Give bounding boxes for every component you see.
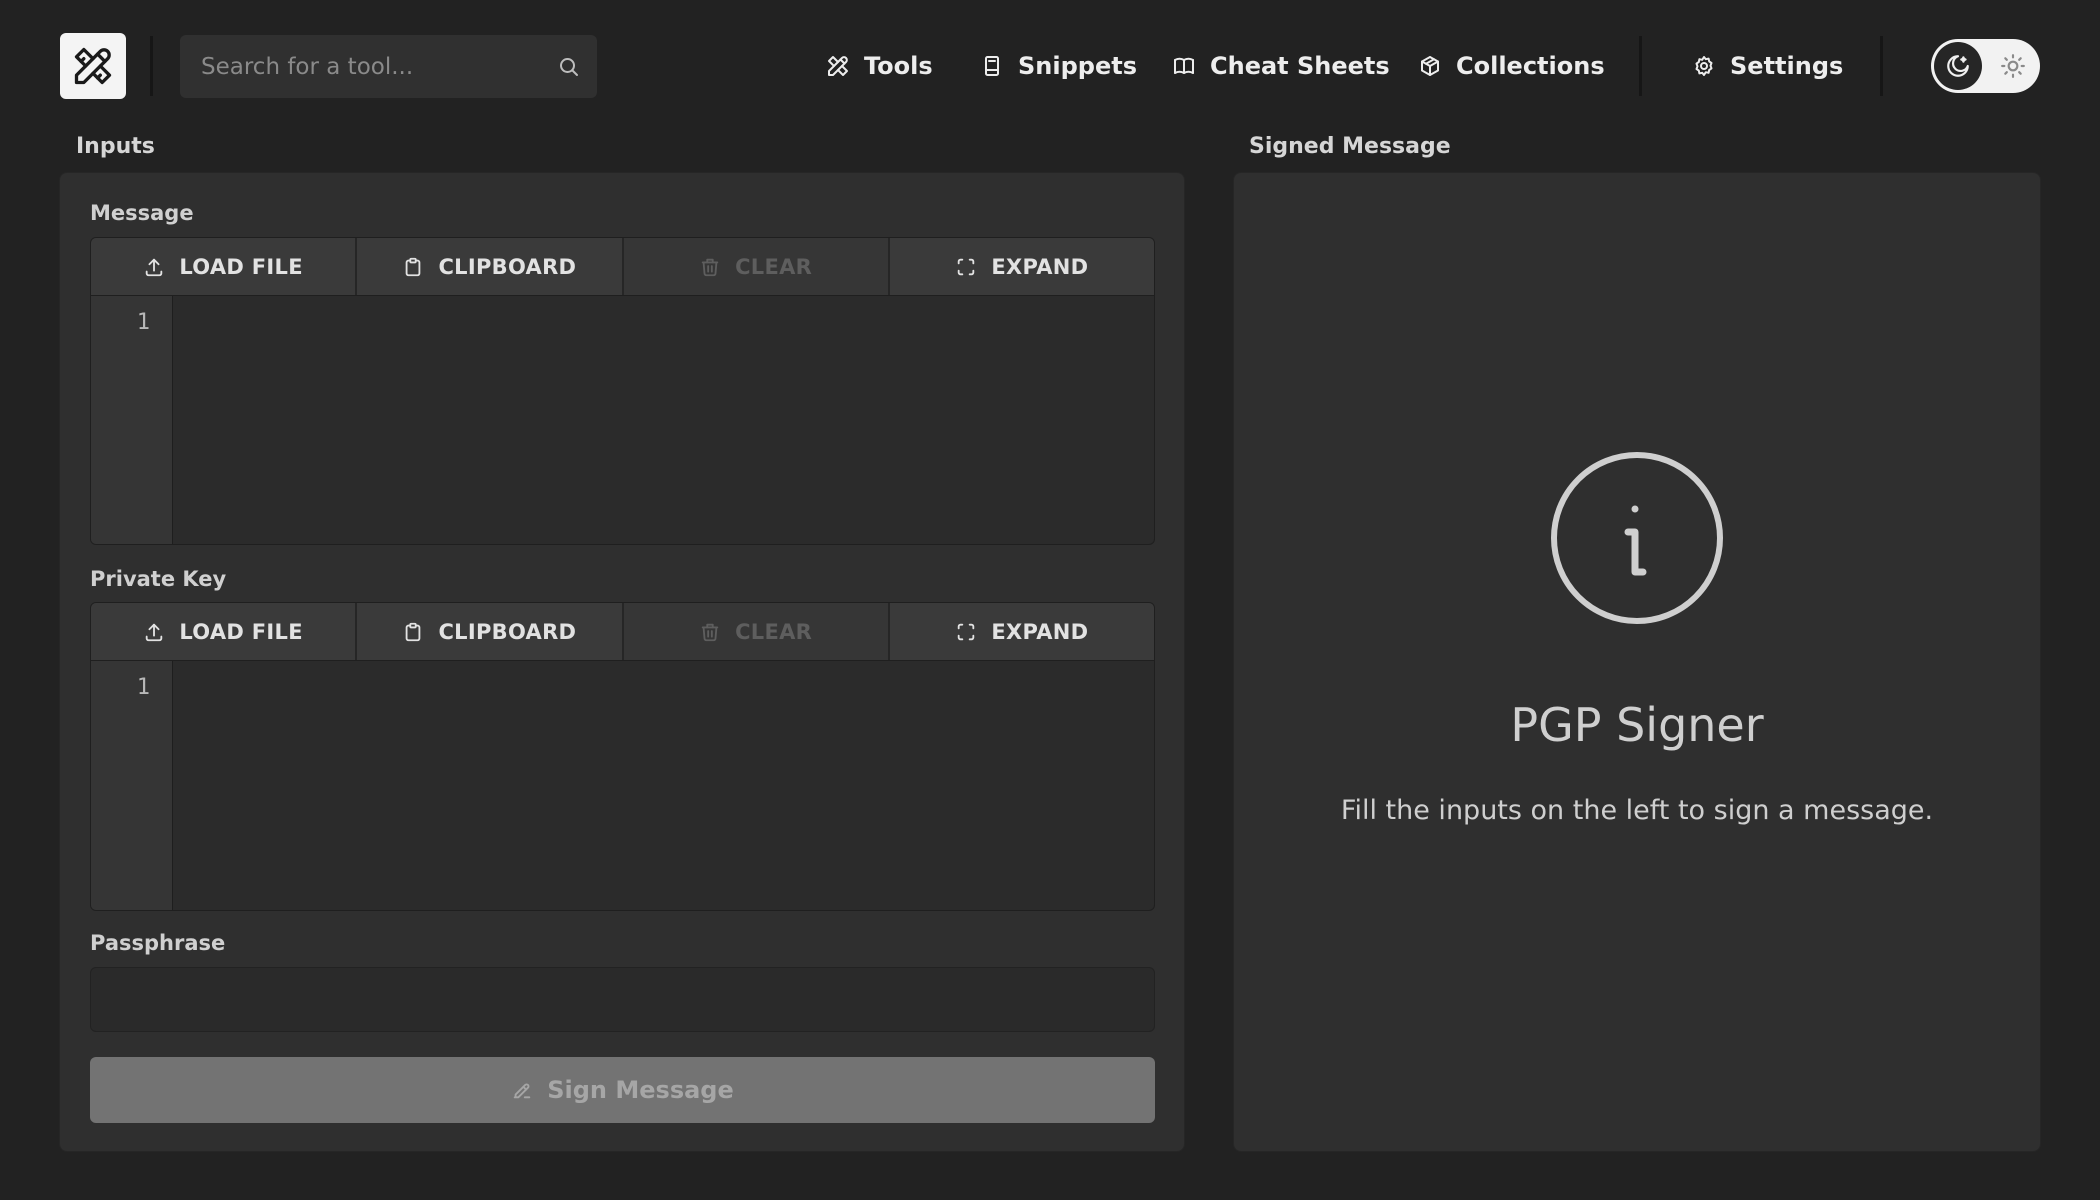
box-icon <box>1421 56 1439 76</box>
upload-icon <box>146 258 163 276</box>
nav-snippets[interactable]: Snippets <box>980 40 1137 92</box>
passphrase-input[interactable] <box>91 968 1154 1031</box>
clipboard-icon <box>406 622 421 641</box>
empty-state-description: Fill the inputs on the left to sign a me… <box>1340 795 1934 826</box>
message-toolbar: LOAD FILE CLIPBOARD CLEAR EXPAND <box>91 238 1154 296</box>
nav-settings-label: Settings <box>1730 52 1844 80</box>
header-divider <box>1880 36 1883 96</box>
nav-cheat-sheets[interactable]: Cheat Sheets <box>1172 40 1390 92</box>
search-box[interactable] <box>180 35 597 98</box>
message-gutter: 1 <box>91 296 173 544</box>
message-load-file-label: LOAD FILE <box>179 254 303 279</box>
private-key-clipboard-button[interactable]: CLIPBOARD <box>357 603 624 660</box>
nav-snippets-label: Snippets <box>1018 52 1137 80</box>
message-clear-label: CLEAR <box>735 254 813 279</box>
search-input[interactable] <box>180 35 597 98</box>
private-key-code-area[interactable]: 1 <box>91 661 1154 910</box>
signed-message-panel: PGP Signer Fill the inputs on the left t… <box>1233 172 2041 1152</box>
upload-icon <box>146 623 163 641</box>
nav-collections[interactable]: Collections <box>1418 40 1605 92</box>
app-header: Tools Snippets Cheat Sheets Collections … <box>0 0 2100 132</box>
nav-tools-label: Tools <box>864 52 933 80</box>
private-key-load-file-label: LOAD FILE <box>179 619 303 644</box>
moon-icon <box>1947 55 1969 77</box>
trash-icon <box>701 258 719 276</box>
expand-icon <box>958 623 975 640</box>
inputs-section-title: Inputs <box>76 134 155 159</box>
nav-collections-label: Collections <box>1456 52 1605 80</box>
message-expand-label: EXPAND <box>991 254 1089 279</box>
message-load-file-button[interactable]: LOAD FILE <box>91 238 358 295</box>
sign-message-label: Sign Message <box>547 1076 734 1104</box>
message-clipboard-label: CLIPBOARD <box>438 254 577 279</box>
book-icon <box>1174 57 1194 74</box>
message-clipboard-button[interactable]: CLIPBOARD <box>357 238 624 295</box>
private-key-clear-button[interactable]: CLEAR <box>623 603 890 660</box>
private-key-expand-button[interactable]: EXPAND <box>889 603 1154 660</box>
theme-toggle-knob[interactable] <box>1934 42 1982 90</box>
nav-settings[interactable]: Settings <box>1692 40 1843 92</box>
tools-icon <box>828 56 848 76</box>
sun-icon[interactable] <box>2000 53 2026 79</box>
message-clear-button[interactable]: CLEAR <box>623 238 890 295</box>
private-key-load-file-button[interactable]: LOAD FILE <box>91 603 358 660</box>
search-icon[interactable] <box>557 55 581 79</box>
tools-logo-icon <box>74 47 112 85</box>
info-icon <box>1551 452 1723 624</box>
header-divider <box>1639 36 1642 96</box>
inputs-panel: Message LOAD FILE CLIPBOARD CLEAR EXPAND… <box>59 172 1185 1152</box>
line-number: 1 <box>136 310 150 335</box>
output-section-title: Signed Message <box>1249 134 1451 159</box>
message-code-area[interactable]: 1 <box>91 296 1154 544</box>
snippets-icon <box>985 56 999 76</box>
message-label: Message <box>90 201 194 225</box>
app-logo[interactable] <box>60 33 126 99</box>
nav-cheat-sheets-label: Cheat Sheets <box>1210 52 1390 80</box>
private-key-label: Private Key <box>90 567 227 591</box>
signature-icon <box>513 1083 531 1099</box>
private-key-clipboard-label: CLIPBOARD <box>438 619 577 644</box>
header-divider <box>150 36 153 96</box>
passphrase-field[interactable] <box>90 967 1155 1032</box>
theme-toggle[interactable] <box>1931 39 2040 93</box>
expand-icon <box>958 258 975 275</box>
sign-message-button[interactable]: Sign Message <box>90 1057 1155 1123</box>
empty-state-title: PGP Signer <box>1510 698 1764 752</box>
trash-icon <box>701 623 719 641</box>
private-key-gutter: 1 <box>91 661 173 910</box>
nav-tools[interactable]: Tools <box>826 40 933 92</box>
private-key-clear-label: CLEAR <box>735 619 813 644</box>
passphrase-label: Passphrase <box>90 931 226 955</box>
private-key-toolbar: LOAD FILE CLIPBOARD CLEAR EXPAND <box>91 603 1154 661</box>
private-key-expand-label: EXPAND <box>991 619 1089 644</box>
clipboard-icon <box>406 257 421 276</box>
message-editor: LOAD FILE CLIPBOARD CLEAR EXPAND 1 <box>90 237 1155 545</box>
gear-icon <box>1695 56 1713 76</box>
private-key-editor: LOAD FILE CLIPBOARD CLEAR EXPAND 1 <box>90 602 1155 911</box>
line-number: 1 <box>136 675 150 700</box>
message-expand-button[interactable]: EXPAND <box>889 238 1154 295</box>
